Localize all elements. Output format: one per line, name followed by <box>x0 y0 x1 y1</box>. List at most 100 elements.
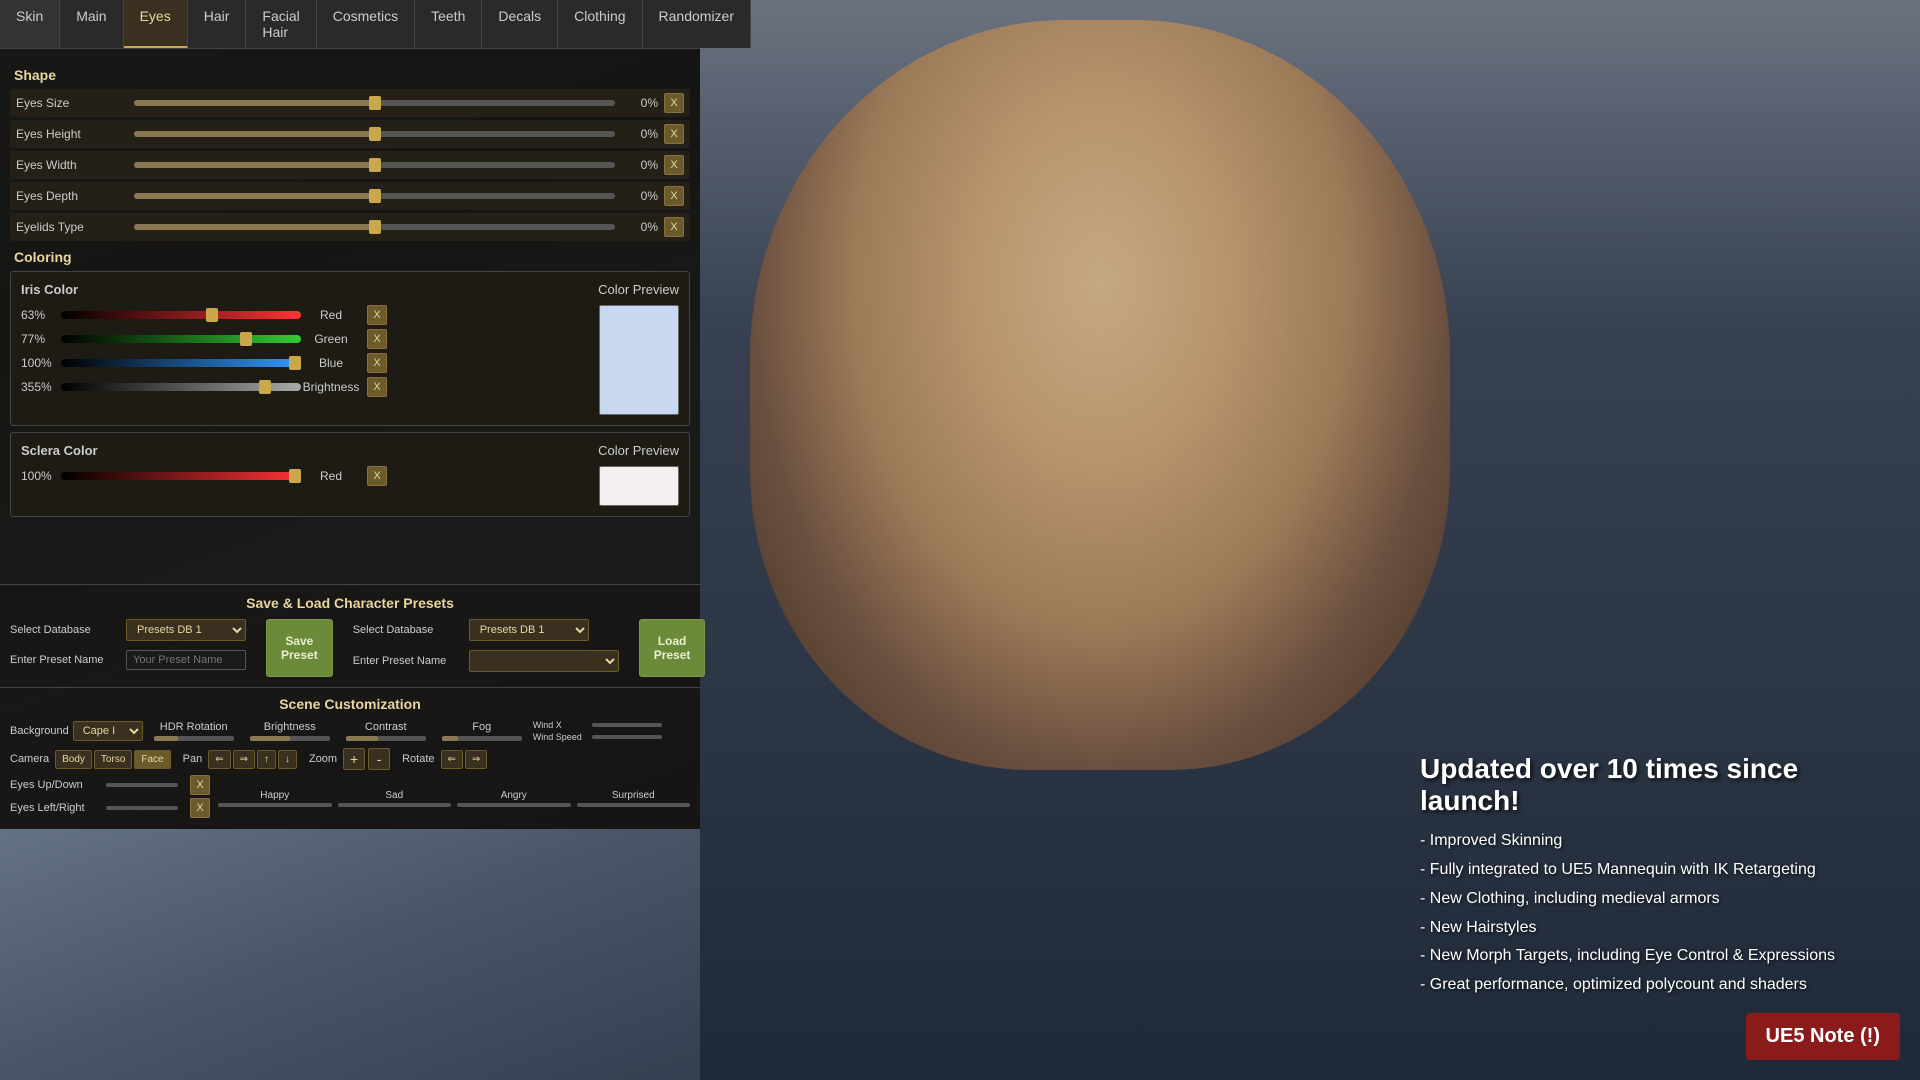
eyes-up-down-row: Eyes Up/Down X <box>10 775 210 795</box>
eyelids-type-track[interactable] <box>134 224 615 230</box>
iris-color-section: Iris Color Color Preview 63% Red X <box>10 271 690 426</box>
camera-label: Camera <box>10 753 49 765</box>
save-name-label: Enter Preset Name <box>10 654 120 666</box>
sad-label: Sad <box>385 790 403 801</box>
tab-main[interactable]: Main <box>60 0 123 48</box>
load-preset-button[interactable]: LoadPreset <box>639 619 706 677</box>
pan-down-btn[interactable]: ↓ <box>278 750 297 769</box>
background-select[interactable]: Cape I <box>73 721 143 741</box>
rotate-left-btn[interactable]: ⇐ <box>441 750 463 769</box>
eyelids-type-value: 0% <box>623 220 658 234</box>
scene-controls-row1: Background Cape I HDR Rotation Brightnes… <box>10 720 690 742</box>
cam-body-btn[interactable]: Body <box>55 750 92 769</box>
eyes-controls: Eyes Up/Down X Eyes Left/Right X <box>10 775 210 821</box>
load-db-label: Select Database <box>353 624 463 636</box>
eyes-width-reset[interactable]: X <box>664 155 684 175</box>
panel-content: Shape Eyes Size 0% X Eyes Height 0% X Ey… <box>0 49 700 584</box>
save-db-select[interactable]: Presets DB 1 <box>126 619 246 641</box>
wind-x-slider[interactable] <box>592 723 662 727</box>
eyes-height-track[interactable] <box>134 131 615 137</box>
pan-up-btn[interactable]: ↑ <box>257 750 276 769</box>
wind-speed-slider[interactable] <box>592 735 662 739</box>
angry-slider[interactable] <box>457 803 571 807</box>
eyes-left-right-label: Eyes Left/Right <box>10 802 100 814</box>
scene-title: Scene Customization <box>10 696 690 712</box>
load-db-select[interactable]: Presets DB 1 <box>469 619 589 641</box>
tab-eyes[interactable]: Eyes <box>124 0 188 48</box>
hdr-slider[interactable] <box>154 736 234 741</box>
load-db-row: Select Database Presets DB 1 <box>353 619 619 641</box>
sclera-color-title: Sclera Color <box>21 443 98 458</box>
eyelids-type-reset[interactable]: X <box>664 217 684 237</box>
eyes-left-right-reset[interactable]: X <box>190 798 210 818</box>
zoom-minus-btn[interactable]: - <box>368 748 390 770</box>
sclera-preview-label: Color Preview <box>598 443 679 458</box>
hdr-rotation-control: HDR Rotation <box>149 721 239 741</box>
save-db-row: Select Database Presets DB 1 <box>10 619 246 641</box>
background-label: Background <box>10 725 69 737</box>
fog-slider[interactable] <box>442 736 522 741</box>
tab-decals[interactable]: Decals <box>482 0 558 48</box>
brightness-slider[interactable] <box>250 736 330 741</box>
eyes-left-right-slider[interactable] <box>106 806 178 810</box>
eyes-up-down-reset[interactable]: X <box>190 775 210 795</box>
save-name-input[interactable] <box>126 650 246 670</box>
eyes-size-track[interactable] <box>134 100 615 106</box>
info-point-6: - Great performance, optimized polycount… <box>1420 971 1900 1000</box>
eyes-depth-reset[interactable]: X <box>664 186 684 206</box>
cam-torso-btn[interactable]: Torso <box>94 750 132 769</box>
tab-teeth[interactable]: Teeth <box>415 0 482 48</box>
eyes-size-row: Eyes Size 0% X <box>10 89 690 117</box>
sclera-red-label: Red <box>301 469 361 483</box>
iris-green-reset[interactable]: X <box>367 329 387 349</box>
eyes-height-reset[interactable]: X <box>664 124 684 144</box>
iris-blue-track[interactable] <box>61 359 301 367</box>
sclera-red-track[interactable] <box>61 472 301 480</box>
save-load-section: Save & Load Character Presets Select Dat… <box>0 584 700 687</box>
tab-clothing[interactable]: Clothing <box>558 0 642 48</box>
iris-blue-reset[interactable]: X <box>367 353 387 373</box>
iris-color-preview <box>599 305 679 415</box>
iris-red-track[interactable] <box>61 311 301 319</box>
contrast-slider[interactable] <box>346 736 426 741</box>
tab-hair[interactable]: Hair <box>188 0 247 48</box>
coloring-section-title: Coloring <box>14 249 690 265</box>
surprised-slider[interactable] <box>577 803 691 807</box>
eyes-left-right-row: Eyes Left/Right X <box>10 798 210 818</box>
iris-red-row: 63% Red X <box>21 305 589 325</box>
load-name-select[interactable] <box>469 650 619 672</box>
pan-right-btn[interactable]: ⇒ <box>233 750 255 769</box>
happy-label: Happy <box>260 790 289 801</box>
eyes-width-track[interactable] <box>134 162 615 168</box>
zoom-plus-btn[interactable]: + <box>343 748 365 770</box>
sad-slider[interactable] <box>338 803 452 807</box>
tab-bar: Skin Main Eyes Hair Facial Hair Cosmetic… <box>0 0 700 49</box>
pan-label: Pan <box>183 753 203 765</box>
fog-label: Fog <box>472 721 491 733</box>
iris-brightness-track[interactable] <box>61 383 301 391</box>
tab-facial-hair[interactable]: Facial Hair <box>246 0 316 48</box>
rotate-right-btn[interactable]: ⇒ <box>465 750 487 769</box>
eyes-depth-track[interactable] <box>134 193 615 199</box>
iris-green-track[interactable] <box>61 335 301 343</box>
cam-face-btn[interactable]: Face <box>134 750 170 769</box>
save-preset-button[interactable]: SavePreset <box>266 619 333 677</box>
eyes-size-reset[interactable]: X <box>664 93 684 113</box>
wind-speed-label: Wind Speed <box>533 732 588 742</box>
eyes-up-down-slider[interactable] <box>106 783 178 787</box>
ue5-note-button[interactable]: UE5 Note (!) <box>1746 1013 1900 1060</box>
wind-x-label: Wind X <box>533 720 588 730</box>
iris-brightness-reset[interactable]: X <box>367 377 387 397</box>
tab-skin[interactable]: Skin <box>0 0 60 48</box>
surprised-label: Surprised <box>612 790 655 801</box>
iris-red-reset[interactable]: X <box>367 305 387 325</box>
tab-randomizer[interactable]: Randomizer <box>643 0 751 48</box>
contrast-label: Contrast <box>365 721 407 733</box>
happy-slider[interactable] <box>218 803 332 807</box>
iris-blue-label: Blue <box>301 356 361 370</box>
pan-left-btn[interactable]: ⇐ <box>208 750 230 769</box>
eyes-depth-label: Eyes Depth <box>16 189 126 203</box>
tab-cosmetics[interactable]: Cosmetics <box>317 0 415 48</box>
pan-btn-group: ⇐ ⇒ ↑ ↓ <box>208 750 297 769</box>
sclera-red-reset[interactable]: X <box>367 466 387 486</box>
